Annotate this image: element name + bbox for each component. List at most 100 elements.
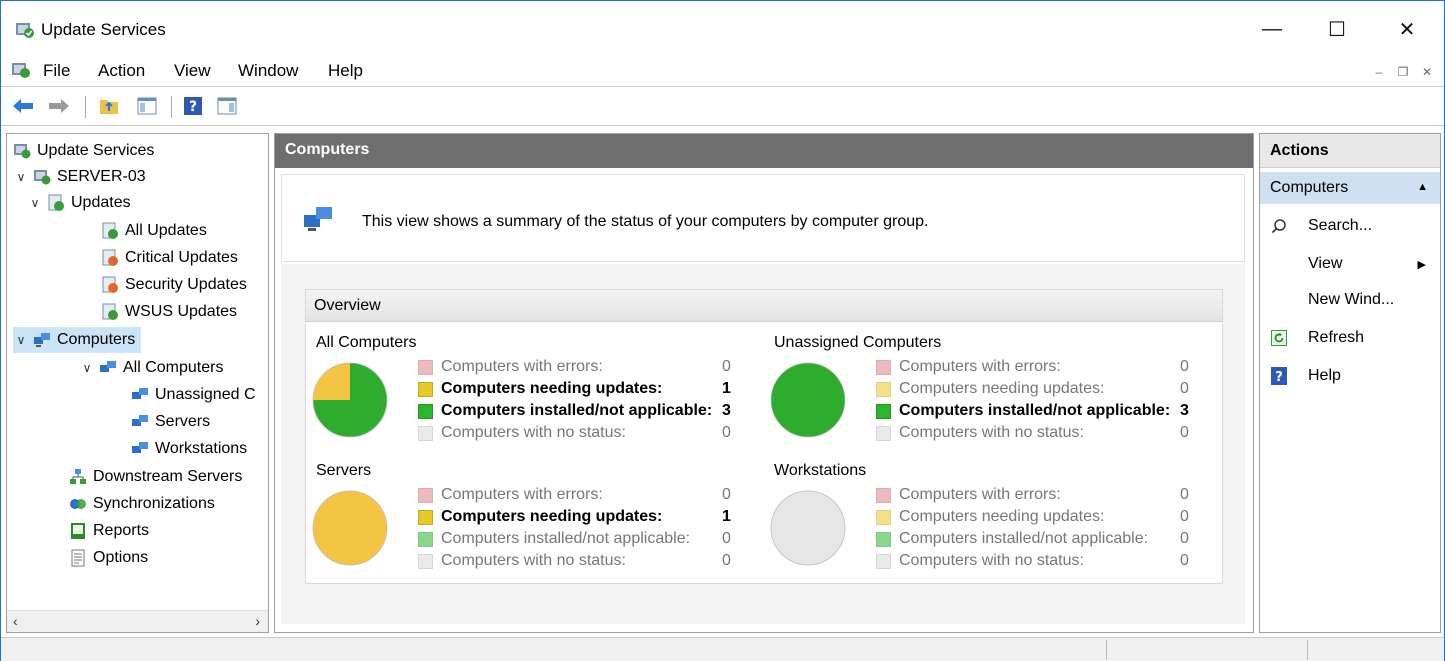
- group-title[interactable]: Unassigned Computers: [774, 334, 941, 352]
- tree-horizontal-scrollbar[interactable]: ‹ ›: [7, 610, 268, 632]
- status-row-needing[interactable]: Computers needing updates: 0: [876, 378, 1189, 400]
- menu-help[interactable]: Help: [328, 61, 363, 81]
- status-swatch: [876, 381, 891, 397]
- chevron-down-icon[interactable]: ∨: [13, 170, 29, 184]
- mdi-close-button[interactable]: ✕: [1416, 61, 1438, 83]
- tree-item-wsus-updates[interactable]: WSUS Updates: [101, 299, 237, 325]
- pie-slice-no-status: [770, 490, 846, 566]
- show-hide-tree-button[interactable]: [135, 94, 159, 118]
- status-label: Computers with no status:: [899, 424, 1084, 441]
- status-row-errors[interactable]: Computers with errors: 0: [418, 356, 731, 378]
- tree-label: Unassigned C: [155, 386, 256, 403]
- action-view[interactable]: View ▶: [1260, 250, 1440, 278]
- computers-icon: [304, 207, 332, 231]
- help-toolbar-button[interactable]: ?: [181, 94, 205, 118]
- tree-item-downstream-servers[interactable]: Downstream Servers: [69, 464, 242, 490]
- menu-window[interactable]: Window: [238, 61, 298, 81]
- status-count: 1: [722, 380, 731, 397]
- tree-label: Servers: [155, 413, 211, 430]
- status-row-needing[interactable]: Computers needing updates: 1: [418, 378, 731, 400]
- collapse-caret-icon[interactable]: ▲: [1417, 181, 1428, 193]
- status-count: 0: [722, 424, 731, 441]
- tree-item-servers[interactable]: Servers: [131, 409, 210, 435]
- status-count: 0: [722, 552, 731, 569]
- status-swatch: [418, 487, 433, 503]
- status-row-installed[interactable]: Computers installed/not applicable: 0: [418, 528, 731, 550]
- back-button[interactable]: [11, 94, 35, 118]
- description-band: This view shows a summary of the status …: [281, 174, 1245, 262]
- actions-pane: Actions Computers ▲ Search... View ▶ New…: [1259, 133, 1441, 633]
- menu-view[interactable]: View: [174, 61, 211, 81]
- status-label: Computers needing updates:: [899, 508, 1105, 525]
- toolbar: ?: [1, 88, 1444, 126]
- menu-action[interactable]: Action: [98, 61, 145, 81]
- show-hide-action-pane-button[interactable]: [215, 94, 239, 118]
- status-pie-chart: [312, 362, 388, 438]
- tree-item-options[interactable]: Options: [69, 545, 148, 571]
- tree-item-update-services[interactable]: Update Services: [13, 138, 154, 164]
- status-row-nostatus[interactable]: Computers with no status: 0: [876, 422, 1189, 444]
- action-search[interactable]: Search...: [1260, 212, 1440, 240]
- overview-panel: Overview All Computers Computers with err…: [305, 289, 1223, 584]
- tree-item-server[interactable]: ∨ SERVER-03: [13, 164, 146, 190]
- group-title[interactable]: All Computers: [316, 334, 416, 352]
- chevron-down-icon[interactable]: ∨: [79, 361, 95, 375]
- options-icon: [71, 549, 85, 567]
- minimize-button[interactable]: —: [1249, 9, 1295, 49]
- status-swatch: [418, 509, 433, 525]
- security-updates-icon: [102, 276, 118, 293]
- forward-button[interactable]: [47, 94, 71, 118]
- update-services-icon: [16, 23, 34, 38]
- status-row-errors[interactable]: Computers with errors: 0: [418, 484, 731, 506]
- chevron-down-icon[interactable]: ∨: [13, 333, 29, 347]
- menu-bar: File Action View Window Help – ❐ ✕: [1, 57, 1444, 87]
- scroll-right-icon[interactable]: ›: [255, 613, 260, 629]
- action-label: Search...: [1308, 217, 1373, 234]
- reports-icon: [71, 523, 85, 539]
- mdi-restore-button[interactable]: ❐: [1392, 61, 1414, 83]
- computer-group-icon: [100, 361, 116, 372]
- status-row-errors[interactable]: Computers with errors: 0: [876, 356, 1189, 378]
- group-title[interactable]: Servers: [316, 462, 371, 480]
- status-row-installed[interactable]: Computers installed/not applicable: 3: [876, 400, 1189, 422]
- status-row-installed[interactable]: Computers installed/not applicable: 0: [876, 528, 1189, 550]
- status-row-errors[interactable]: Computers with errors: 0: [876, 484, 1189, 506]
- close-button[interactable]: ✕: [1384, 9, 1430, 49]
- scroll-left-icon[interactable]: ‹: [13, 613, 18, 629]
- mdi-minimize-button[interactable]: –: [1368, 61, 1390, 83]
- tree-item-security-updates[interactable]: Security Updates: [101, 272, 247, 298]
- maximize-button[interactable]: ☐: [1314, 9, 1360, 49]
- status-swatch: [418, 381, 433, 397]
- tree-item-all-computers[interactable]: ∨ All Computers: [79, 355, 224, 381]
- tree-item-workstations[interactable]: Workstations: [131, 436, 247, 462]
- chevron-down-icon[interactable]: ∨: [27, 196, 43, 210]
- tree-item-critical-updates[interactable]: Critical Updates: [101, 245, 238, 271]
- status-row-needing[interactable]: Computers needing updates: 1: [418, 506, 731, 528]
- mmc-document-icon[interactable]: [11, 61, 31, 79]
- tree-item-synchronizations[interactable]: Synchronizations: [69, 491, 215, 517]
- up-folder-button[interactable]: [97, 94, 121, 118]
- status-label: Computers installed/not applicable:: [899, 402, 1171, 419]
- computer-group-icon: [132, 388, 148, 399]
- tree-item-reports[interactable]: Reports: [69, 518, 149, 544]
- status-row-installed[interactable]: Computers installed/not applicable: 3: [418, 400, 731, 422]
- status-row-nostatus[interactable]: Computers with no status: 0: [876, 550, 1189, 572]
- action-new-window[interactable]: New Wind...: [1260, 286, 1440, 314]
- actions-section-computers[interactable]: Computers ▲: [1260, 172, 1440, 204]
- status-count: 0: [1180, 380, 1189, 397]
- status-swatch: [876, 531, 891, 547]
- action-help[interactable]: ? Help: [1260, 362, 1440, 390]
- status-row-nostatus[interactable]: Computers with no status: 0: [418, 550, 731, 572]
- tree-item-updates[interactable]: ∨ Updates: [27, 190, 131, 216]
- tree-item-unassigned[interactable]: Unassigned C: [131, 382, 256, 408]
- status-count: 0: [1180, 358, 1189, 375]
- tree-item-computers[interactable]: ∨ Computers: [13, 327, 142, 353]
- group-title[interactable]: Workstations: [774, 462, 866, 480]
- tree-item-all-updates[interactable]: All Updates: [101, 218, 207, 244]
- status-row-needing[interactable]: Computers needing updates: 0: [876, 506, 1189, 528]
- status-label: Computers installed/not applicable:: [441, 402, 713, 419]
- tree-label: Security Updates: [125, 276, 247, 293]
- menu-file[interactable]: File: [43, 61, 70, 81]
- status-row-nostatus[interactable]: Computers with no status: 0: [418, 422, 731, 444]
- action-refresh[interactable]: Refresh: [1260, 324, 1440, 352]
